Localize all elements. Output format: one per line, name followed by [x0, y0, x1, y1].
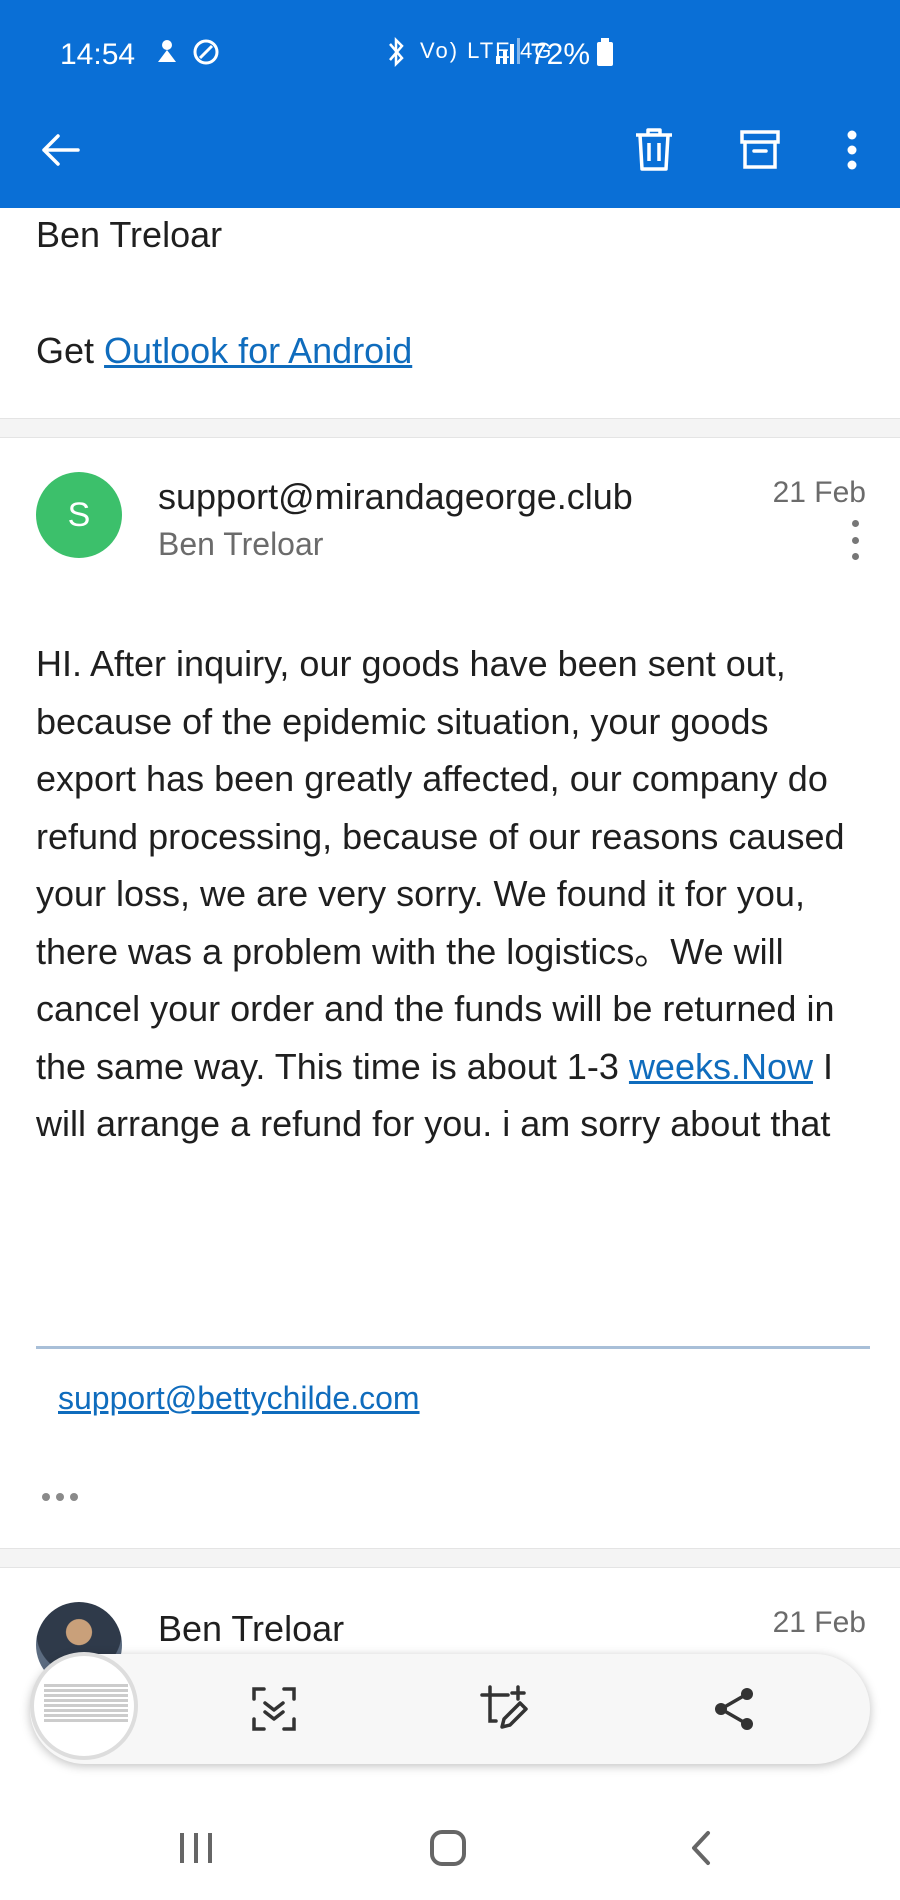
get-prefix: Get [36, 330, 95, 371]
app-header: 14:54 Vo) LTE 4G 72% [0, 0, 900, 208]
scroll-capture-icon[interactable] [244, 1679, 304, 1739]
bluetooth-icon [382, 36, 410, 76]
message-more-icon[interactable] [840, 520, 870, 560]
screenshot-toolbar [30, 1652, 870, 1764]
delete-icon[interactable] [622, 118, 686, 182]
back-arrow-icon[interactable] [28, 118, 92, 182]
home-icon[interactable] [408, 1818, 488, 1878]
status-time: 14:54 [60, 38, 136, 71]
message-body: HI. After inquiry, our goods have been s… [36, 635, 866, 1153]
toolbar [0, 118, 900, 182]
battery-icon [596, 36, 614, 76]
get-outlook-line: Get Outlook for Android [36, 330, 412, 372]
status-bar: 14:54 Vo) LTE 4G 72% [0, 30, 900, 76]
avatar: S [36, 472, 122, 558]
show-quoted-ellipsis-icon[interactable] [42, 1490, 82, 1504]
signature-divider [36, 1346, 870, 1349]
more-vert-icon[interactable] [820, 118, 884, 182]
sender-email[interactable]: support@mirandageorge.club [158, 476, 633, 518]
edit-crop-icon[interactable] [474, 1679, 534, 1739]
system-nav-bar [0, 1800, 900, 1900]
message-date: 21 Feb [772, 476, 866, 509]
recent-apps-icon[interactable] [156, 1818, 236, 1878]
body-link[interactable]: weeks.Now [629, 1046, 813, 1087]
next-sender-name[interactable]: Ben Treloar [158, 1608, 344, 1650]
next-message-date: 21 Feb [772, 1606, 866, 1639]
previous-signature-name: Ben Treloar [36, 214, 223, 255]
message-divider [0, 418, 900, 438]
body-text-part1: HI. After inquiry, our goods have been s… [36, 643, 845, 1087]
message-divider-2 [0, 1548, 900, 1568]
archive-icon[interactable] [728, 118, 792, 182]
sync-icon [190, 36, 222, 76]
share-icon[interactable] [704, 1679, 764, 1739]
outlook-for-android-link[interactable]: Outlook for Android [104, 330, 412, 371]
screenshot-thumbnail[interactable] [30, 1652, 138, 1760]
battery-label: 72% [530, 38, 591, 71]
signature-email-link[interactable]: support@bettychilde.com [58, 1380, 420, 1417]
back-icon[interactable] [660, 1818, 740, 1878]
notification-icon [152, 36, 182, 74]
signal-icon [494, 36, 520, 74]
recipient-name: Ben Treloar [158, 526, 324, 562]
